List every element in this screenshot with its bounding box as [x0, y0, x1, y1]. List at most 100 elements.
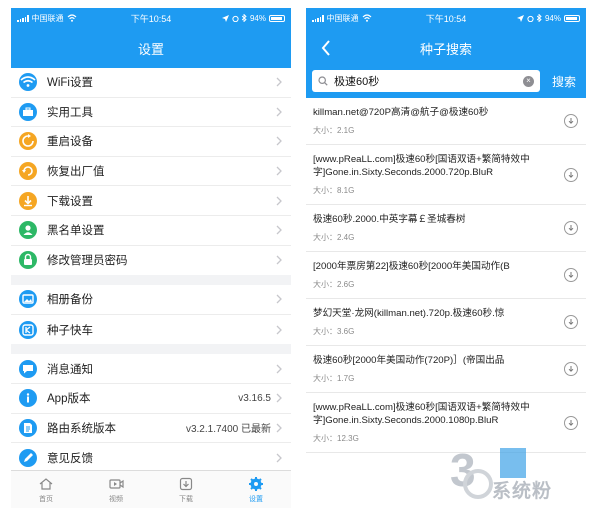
search-navbar: 种子搜索: [306, 28, 586, 68]
result-item[interactable]: [www.pReaLL.com]极速60秒[国语双语+繁简特效中字]Gone.i…: [306, 145, 586, 205]
size-prefix: 大小：: [313, 374, 337, 383]
restart-icon: [19, 132, 37, 151]
tab-label: 首页: [39, 495, 53, 503]
chevron-right-icon: [276, 364, 282, 374]
result-size: 大小：2.6G: [313, 279, 552, 290]
back-chevron-icon[interactable]: [314, 36, 338, 60]
result-title: [www.pReaLL.com]极速60秒[国语双语+繁简特效中字]Gone.i…: [313, 402, 530, 426]
chevron-right-icon: [276, 196, 282, 206]
watermark: 3 系统粉: [448, 442, 578, 504]
tab-download[interactable]: 下载: [151, 471, 221, 508]
document-icon: [19, 418, 37, 437]
download-arrow-icon[interactable]: [564, 221, 578, 235]
signal-icon: [17, 14, 29, 22]
settings-item-feedback[interactable]: 意见反馈: [11, 443, 291, 473]
chevron-right-icon: [276, 294, 282, 304]
settings-item-label: 黑名单设置: [47, 225, 105, 238]
size-value: 8.1G: [337, 186, 355, 195]
settings-item-lock[interactable]: 修改管理员密码: [11, 246, 291, 276]
chevron-right-icon: [276, 77, 282, 87]
tab-label: 视频: [109, 495, 123, 503]
settings-item-photo-backup[interactable]: 相册备份: [11, 285, 291, 315]
carrier-label: 中国联通: [326, 13, 359, 23]
carrier-label: 中国联通: [31, 13, 64, 23]
settings-item-value: v3.2.1.7400 已最新: [185, 424, 271, 436]
result-item[interactable]: killman.net@720P高清@航子@极速60秒 大小：2.1G: [306, 98, 586, 145]
download-arrow-icon[interactable]: [564, 415, 578, 430]
settings-item-label: 恢复出厂值: [47, 166, 105, 179]
tab-settings-gear[interactable]: 设置: [221, 471, 291, 508]
settings-item-toolbox[interactable]: 实用工具: [11, 98, 291, 128]
settings-item-message[interactable]: 消息通知: [11, 354, 291, 384]
result-item[interactable]: [2000年票房第22]极速60秒[2000年美国动作(B 大小：2.6G: [306, 252, 586, 299]
settings-group: WiFi设置 实用工具重启设备恢复出厂值下载设置黑名单设置修改管理员密码: [11, 68, 291, 276]
settings-item-restart[interactable]: 重启设备: [11, 127, 291, 157]
download-arrow-icon[interactable]: [564, 268, 578, 282]
bluetooth-icon: [536, 14, 542, 22]
settings-screen: 中国联通 下午10:54 94% 设置 WiFi设置 实用工具 重启设备 恢复出厂值下…: [11, 8, 291, 508]
chevron-right-icon: [276, 325, 282, 335]
result-item[interactable]: 梦幻天堂·龙网(killman.net).720p.极速60秒.惊大小：3.6G: [306, 299, 586, 346]
settings-list: WiFi设置 实用工具重启设备恢复出厂值下载设置黑名单设置修改管理员密码 相册备份种…: [11, 68, 291, 473]
settings-item-label: 路由系统版本: [47, 422, 116, 435]
settings-item-label: 消息通知: [47, 363, 93, 376]
page-title: 设置: [137, 41, 164, 57]
location-icon: [221, 14, 229, 22]
settings-item-label: 重启设备: [47, 136, 93, 149]
size-value: 2.6G: [337, 280, 355, 289]
search-button[interactable]: 搜索: [552, 73, 576, 90]
battery-percent: 94%: [249, 13, 266, 23]
settings-item-value: v3.16.5: [238, 392, 271, 404]
clear-search-icon[interactable]: ×: [522, 75, 534, 87]
tab-video[interactable]: 视频: [81, 471, 151, 508]
search-icon: [318, 76, 328, 86]
settings-item-wifi[interactable]: WiFi设置: [11, 68, 291, 98]
video-icon: [109, 478, 124, 489]
search-input[interactable]: [334, 75, 523, 87]
download-icon: [179, 477, 193, 490]
size-value: 3.6G: [337, 327, 355, 336]
settings-item-factory-reset[interactable]: 恢复出厂值: [11, 157, 291, 187]
chevron-right-icon: [276, 453, 282, 463]
result-title: [www.pReaLL.com]极速60秒[国语双语+繁简特效中字]Gone.i…: [313, 154, 530, 178]
battery-percent: 94%: [544, 13, 561, 23]
chevron-right-icon: [276, 107, 282, 117]
search-box: ×: [312, 70, 540, 92]
wifi-status-icon: [67, 14, 76, 22]
settings-item-info[interactable]: App版本 v3.16.5: [11, 384, 291, 414]
photo-backup-icon: [19, 290, 37, 309]
settings-item-label: 意见反馈: [47, 452, 93, 465]
settings-item-download-settings[interactable]: 下载设置: [11, 186, 291, 216]
factory-reset-icon: [19, 162, 37, 181]
size-prefix: 大小：: [313, 280, 337, 289]
result-size: 大小：3.6G: [313, 326, 552, 337]
download-arrow-icon[interactable]: [564, 167, 578, 182]
chevron-right-icon: [276, 423, 282, 433]
result-item[interactable]: 极速60秒[2000年美国动作(720P)］(帝国出品 大小：1.7G: [306, 346, 586, 393]
status-bar: 中国联通 下午10:54 94%: [306, 8, 586, 28]
tab-home[interactable]: 首页: [11, 471, 81, 508]
result-item[interactable]: 极速60秒.2000.中英字幕￡圣城春树 大小：2.4G: [306, 205, 586, 252]
wifi-status-icon: [362, 14, 371, 22]
settings-navbar: 设置: [11, 28, 291, 68]
size-value: 2.4G: [337, 233, 355, 242]
download-arrow-icon[interactable]: [564, 362, 578, 376]
chevron-right-icon: [276, 166, 282, 176]
settings-item-document[interactable]: 路由系统版本 v3.2.1.7400 已最新: [11, 414, 291, 444]
size-prefix: 大小：: [313, 186, 337, 195]
bluetooth-icon: [241, 14, 247, 22]
result-title: 梦幻天堂·龙网(killman.net).720p.极速60秒.惊: [313, 308, 505, 319]
size-prefix: 大小：: [313, 233, 337, 242]
alarm-icon: [232, 15, 239, 22]
settings-item-label: App版本: [47, 393, 91, 406]
settings-item-blacklist[interactable]: 黑名单设置: [11, 216, 291, 246]
settings-item-label: 下载设置: [47, 195, 93, 208]
battery-icon: [269, 14, 285, 22]
tab-label: 设置: [249, 495, 263, 503]
blacklist-icon: [19, 221, 37, 240]
settings-item-torrent-express[interactable]: 种子快车: [11, 315, 291, 345]
message-icon: [19, 359, 37, 378]
download-arrow-icon[interactable]: [564, 114, 578, 128]
download-arrow-icon[interactable]: [564, 315, 578, 329]
info-icon: [19, 389, 37, 408]
